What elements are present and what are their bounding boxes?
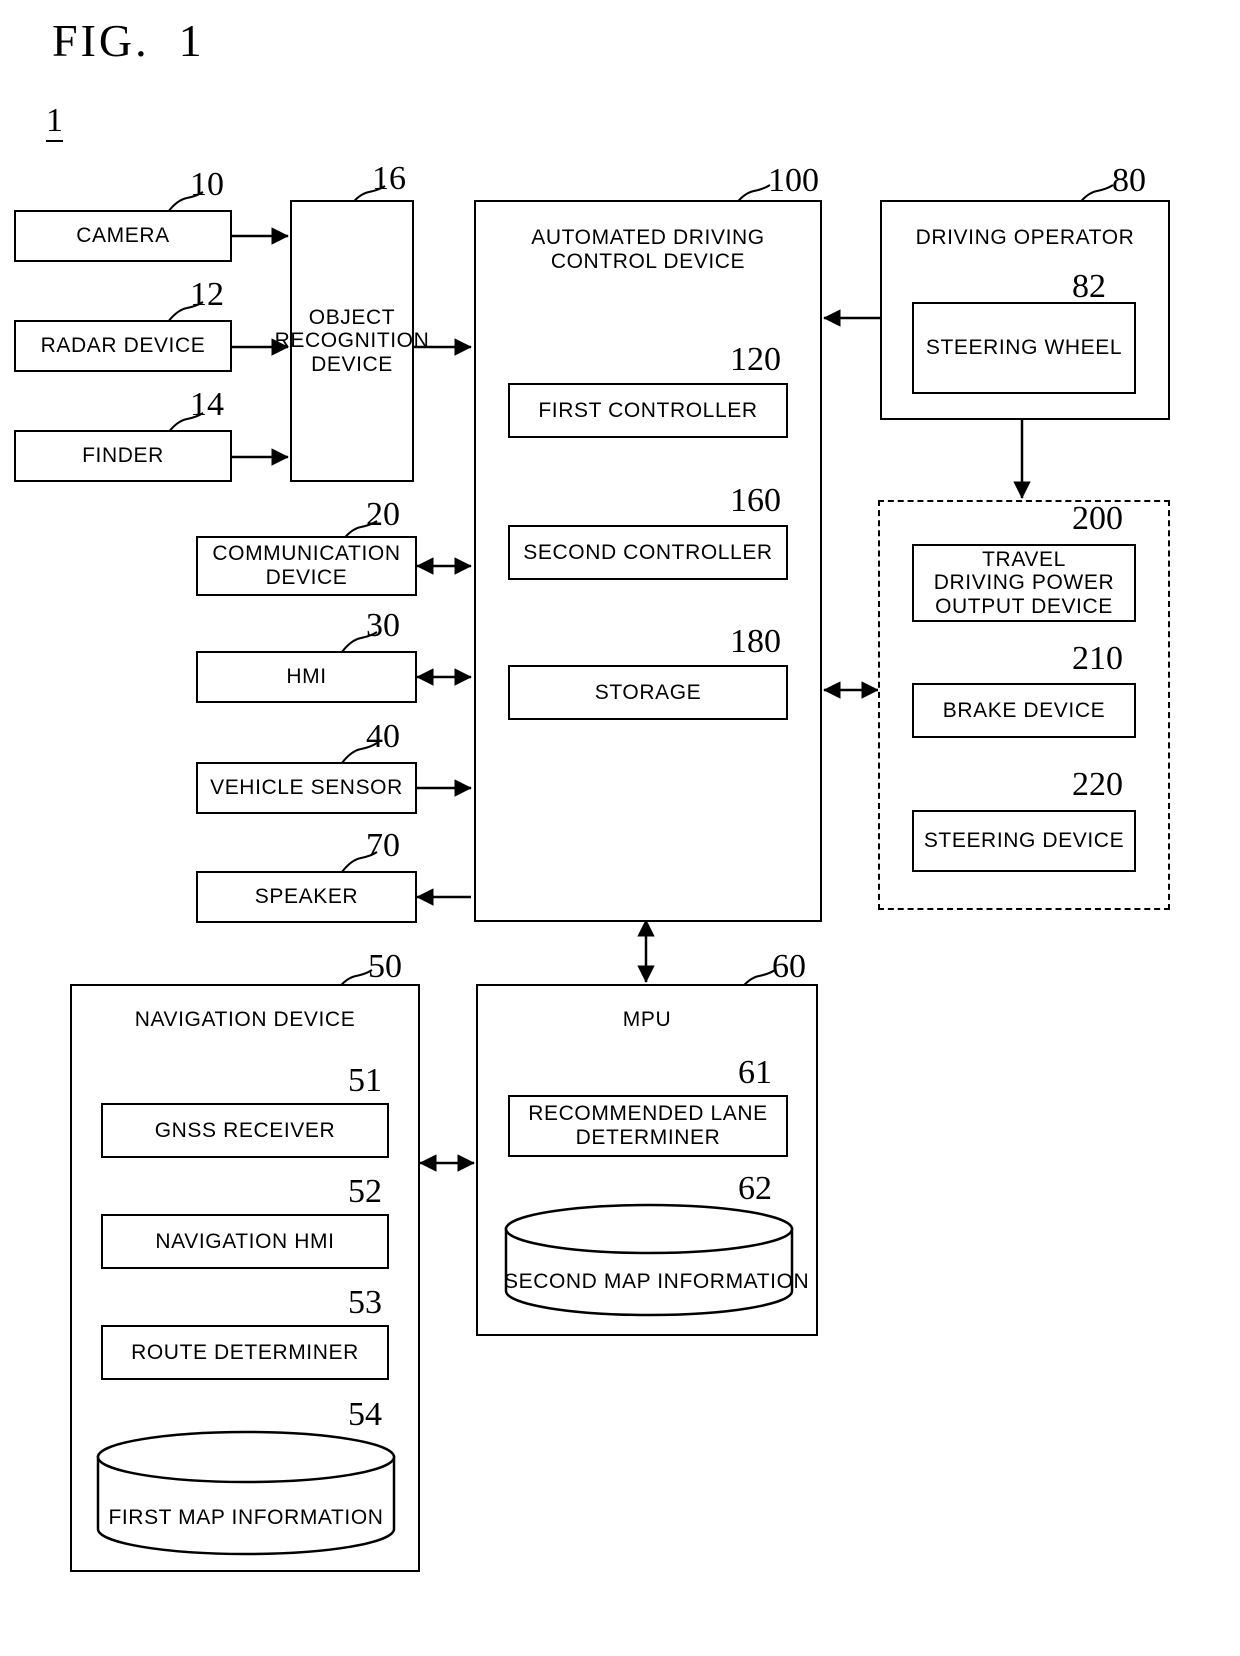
steering-wheel-ref: 82 bbox=[1072, 268, 1106, 305]
first-map-information-ref: 54 bbox=[348, 1396, 382, 1433]
navigation-hmi-box[interactable]: NAVIGATION HMI bbox=[101, 1214, 389, 1269]
speaker-label: SPEAKER bbox=[254, 885, 359, 909]
navigation-device-ref: 50 bbox=[368, 948, 402, 985]
brake-device-box[interactable]: BRAKE DEVICE bbox=[912, 683, 1136, 738]
steering-device-box[interactable]: STEERING DEVICE bbox=[912, 810, 1136, 872]
first-controller-label: FIRST CONTROLLER bbox=[538, 398, 758, 422]
steering-wheel-box[interactable]: STEERING WHEEL bbox=[912, 302, 1136, 394]
storage-label: STORAGE bbox=[594, 680, 702, 704]
gnss-receiver-label: GNSS RECEIVER bbox=[154, 1118, 336, 1142]
hmi-ref: 30 bbox=[366, 607, 400, 644]
brake-device-label: BRAKE DEVICE bbox=[942, 698, 1106, 722]
second-map-information-label: SECOND MAP INFORMATION bbox=[504, 1270, 810, 1293]
navigation-hmi-ref: 52 bbox=[348, 1173, 382, 1210]
steering-wheel-label: STEERING WHEEL bbox=[925, 336, 1123, 360]
mpu-title: MPU bbox=[622, 1008, 672, 1031]
driving-operator-ref: 80 bbox=[1112, 162, 1146, 199]
radar-device-box[interactable]: RADAR DEVICE bbox=[14, 320, 232, 372]
navigation-device-title: NAVIGATION DEVICE bbox=[134, 1008, 356, 1031]
communication-device-label: COMMUNICATION DEVICE bbox=[212, 542, 401, 589]
route-determiner-label: ROUTE DETERMINER bbox=[131, 1340, 359, 1364]
second-controller-label: SECOND CONTROLLER bbox=[523, 540, 773, 564]
finder-ref: 14 bbox=[190, 386, 224, 423]
vehicle-sensor-ref: 40 bbox=[366, 718, 400, 755]
finder-box[interactable]: FINDER bbox=[14, 430, 232, 482]
travel-driving-power-output-device-box[interactable]: TRAVEL DRIVING POWER OUTPUT DEVICE bbox=[912, 544, 1136, 622]
camera-box[interactable]: CAMERA bbox=[14, 210, 232, 262]
first-map-information-cylinder[interactable] bbox=[96, 1430, 396, 1556]
recommended-lane-determiner-label: RECOMMENDED LANE DETERMINER bbox=[528, 1102, 768, 1149]
navigation-hmi-label: NAVIGATION HMI bbox=[155, 1229, 335, 1253]
second-controller-box[interactable]: SECOND CONTROLLER bbox=[508, 525, 788, 580]
speaker-ref: 70 bbox=[366, 827, 400, 864]
gnss-receiver-box[interactable]: GNSS RECEIVER bbox=[101, 1103, 389, 1158]
first-controller-box[interactable]: FIRST CONTROLLER bbox=[508, 383, 788, 438]
object-recognition-device-box[interactable]: OBJECT RECOGNITION DEVICE bbox=[275, 200, 429, 482]
first-map-information-label: FIRST MAP INFORMATION bbox=[108, 1506, 384, 1529]
travel-driving-power-output-device-label: TRAVEL DRIVING POWER OUTPUT DEVICE bbox=[933, 547, 1115, 618]
recommended-lane-determiner-ref: 61 bbox=[738, 1054, 772, 1091]
communication-device-ref: 20 bbox=[366, 496, 400, 533]
object-recognition-device-ref: 16 bbox=[372, 160, 406, 197]
automated-driving-control-device-title: AUTOMATED DRIVING CONTROL DEVICE bbox=[531, 226, 765, 274]
steering-device-ref: 220 bbox=[1072, 766, 1123, 803]
route-determiner-ref: 53 bbox=[348, 1284, 382, 1321]
brake-device-ref: 210 bbox=[1072, 640, 1123, 677]
second-controller-ref: 160 bbox=[730, 482, 781, 519]
hmi-box[interactable]: HMI bbox=[196, 651, 417, 703]
finder-label: FINDER bbox=[82, 444, 164, 468]
camera-label: CAMERA bbox=[76, 224, 170, 248]
camera-ref: 10 bbox=[190, 166, 224, 203]
vehicle-sensor-box[interactable]: VEHICLE SENSOR bbox=[196, 762, 417, 814]
first-controller-ref: 120 bbox=[730, 341, 781, 378]
vehicle-sensor-label: VEHICLE SENSOR bbox=[210, 776, 403, 800]
radar-device-ref: 12 bbox=[190, 276, 224, 313]
hmi-label: HMI bbox=[286, 665, 327, 689]
mpu-ref: 60 bbox=[772, 948, 806, 985]
gnss-receiver-ref: 51 bbox=[348, 1062, 382, 1099]
speaker-box[interactable]: SPEAKER bbox=[196, 871, 417, 923]
travel-driving-power-output-device-ref: 200 bbox=[1072, 500, 1123, 537]
recommended-lane-determiner-box[interactable]: RECOMMENDED LANE DETERMINER bbox=[508, 1095, 788, 1157]
communication-device-box[interactable]: COMMUNICATION DEVICE bbox=[196, 536, 417, 596]
second-map-information-cylinder[interactable] bbox=[504, 1203, 794, 1317]
route-determiner-box[interactable]: ROUTE DETERMINER bbox=[101, 1325, 389, 1380]
second-map-information-ref: 62 bbox=[738, 1170, 772, 1207]
driving-operator-title: DRIVING OPERATOR bbox=[915, 226, 1135, 249]
radar-device-label: RADAR DEVICE bbox=[40, 334, 206, 358]
patent-figure-page: FIG. 1 1 CAMERA 10 RADAR DEVICE 12 FINDE… bbox=[0, 0, 1240, 1656]
storage-ref: 180 bbox=[730, 623, 781, 660]
storage-box[interactable]: STORAGE bbox=[508, 665, 788, 720]
object-recognition-device-label: OBJECT RECOGNITION DEVICE bbox=[274, 305, 430, 376]
automated-driving-control-device-ref: 100 bbox=[768, 162, 819, 199]
steering-device-label: STEERING DEVICE bbox=[923, 829, 1125, 853]
